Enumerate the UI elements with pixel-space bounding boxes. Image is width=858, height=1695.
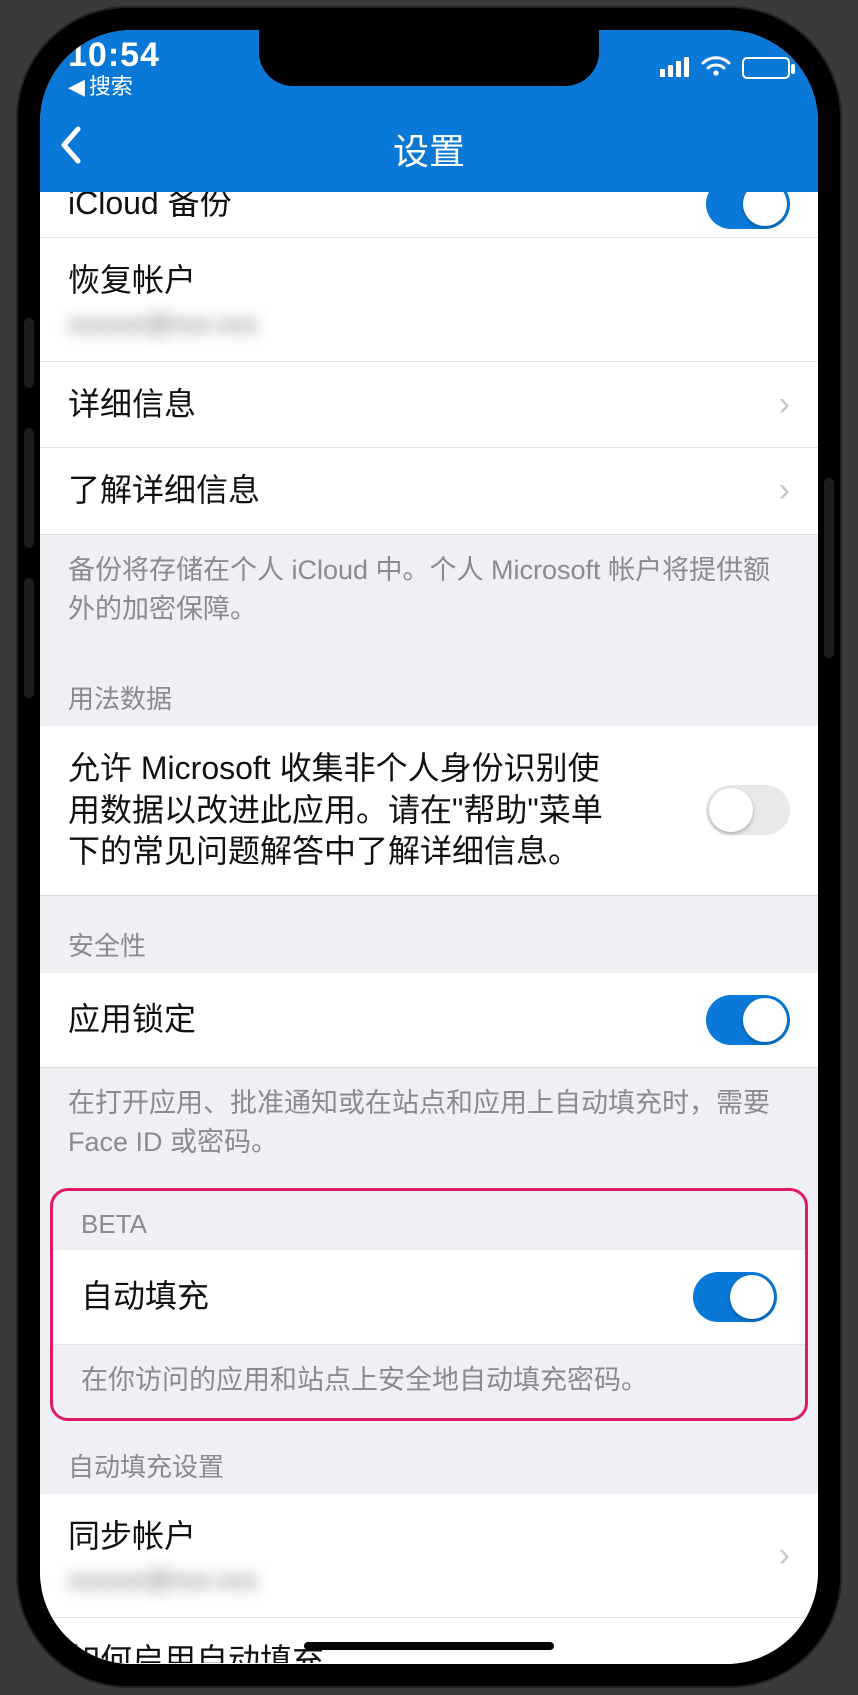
cellular-signal-icon	[660, 52, 690, 84]
restore-account-label: 恢复帐户	[68, 260, 258, 302]
chevron-right-icon: ›	[779, 1536, 790, 1575]
chevron-right-icon: ›	[779, 1641, 790, 1664]
back-caret-icon: ◀	[68, 76, 85, 98]
phone-frame: 10:54 ◀ 搜索	[18, 8, 840, 1686]
home-indicator[interactable]	[304, 1642, 554, 1650]
phone-side-button	[24, 318, 34, 388]
back-to-search-link[interactable]: ◀ 搜索	[68, 76, 160, 98]
battery-icon	[742, 57, 790, 79]
row-details[interactable]: 详细信息 ›	[40, 362, 818, 449]
row-icloud-backup[interactable]: iCloud 备份	[40, 192, 818, 238]
nav-bar: 设置	[40, 106, 818, 192]
row-autofill: 自动填充	[53, 1250, 805, 1345]
phone-notch	[259, 30, 599, 86]
phone-side-button	[824, 478, 834, 658]
toggle-usage-data[interactable]	[706, 785, 790, 835]
backup-footer-note: 备份将存储在个人 iCloud 中。个人 Microsoft 帐户将提供额外的加…	[40, 535, 818, 649]
autofill-label: 自动填充	[81, 1276, 209, 1318]
nav-back-button[interactable]	[58, 122, 84, 176]
sync-account-label: 同步帐户	[68, 1516, 258, 1558]
row-app-lock: 应用锁定	[40, 973, 818, 1068]
row-learn-more[interactable]: 了解详细信息 ›	[40, 448, 818, 535]
section-header-security: 安全性	[40, 896, 818, 973]
row-restore-account[interactable]: 恢复帐户 xxxxxx@xxx.xxx	[40, 238, 818, 362]
row-usage-data: 允许 Microsoft 收集非个人身份识别使用数据以改进此应用。请在"帮助"菜…	[40, 726, 818, 896]
chevron-right-icon: ›	[779, 471, 790, 510]
section-header-beta: BETA	[53, 1191, 805, 1250]
app-lock-footer-note: 在打开应用、批准通知或在站点和应用上自动填充时，需要 Face ID 或密码。	[40, 1068, 818, 1182]
back-to-search-label: 搜索	[89, 76, 133, 98]
status-time: 10:54	[68, 38, 160, 72]
beta-autofill-highlight: BETA 自动填充 在你访问的应用和站点上安全地自动填充密码。	[50, 1188, 808, 1421]
learn-more-label: 了解详细信息	[68, 470, 260, 512]
toggle-autofill[interactable]	[693, 1272, 777, 1322]
restore-account-value: xxxxxx@xxx.xxx	[68, 308, 258, 339]
autofill-footer-note: 在你访问的应用和站点上安全地自动填充密码。	[53, 1345, 805, 1418]
icloud-backup-label: iCloud 备份	[68, 192, 232, 225]
phone-side-button	[24, 428, 34, 548]
details-label: 详细信息	[68, 384, 196, 426]
page-title: 设置	[393, 123, 465, 175]
usage-data-text: 允许 Microsoft 收集非个人身份识别使用数据以改进此应用。请在"帮助"菜…	[68, 748, 628, 873]
settings-scroll[interactable]: iCloud 备份 恢复帐户 xxxxxx@xxx.xxx 详细信息 › 了解详…	[40, 192, 818, 1664]
section-header-usage: 用法数据	[40, 649, 818, 726]
chevron-right-icon: ›	[779, 385, 790, 424]
wifi-icon	[700, 52, 732, 84]
phone-side-button	[24, 578, 34, 698]
row-how-enable-autofill[interactable]: 如何启用自动填充 ›	[40, 1618, 818, 1664]
row-sync-account[interactable]: 同步帐户 xxxxxx@xxx.xxx ›	[40, 1494, 818, 1618]
sync-account-value: xxxxxx@xxx.xxx	[68, 1564, 258, 1595]
how-enable-autofill-label: 如何启用自动填充	[68, 1640, 324, 1664]
app-lock-label: 应用锁定	[68, 999, 196, 1041]
section-header-autofill-settings: 自动填充设置	[40, 1429, 818, 1494]
toggle-app-lock[interactable]	[706, 995, 790, 1045]
toggle-icloud-backup[interactable]	[706, 192, 790, 229]
